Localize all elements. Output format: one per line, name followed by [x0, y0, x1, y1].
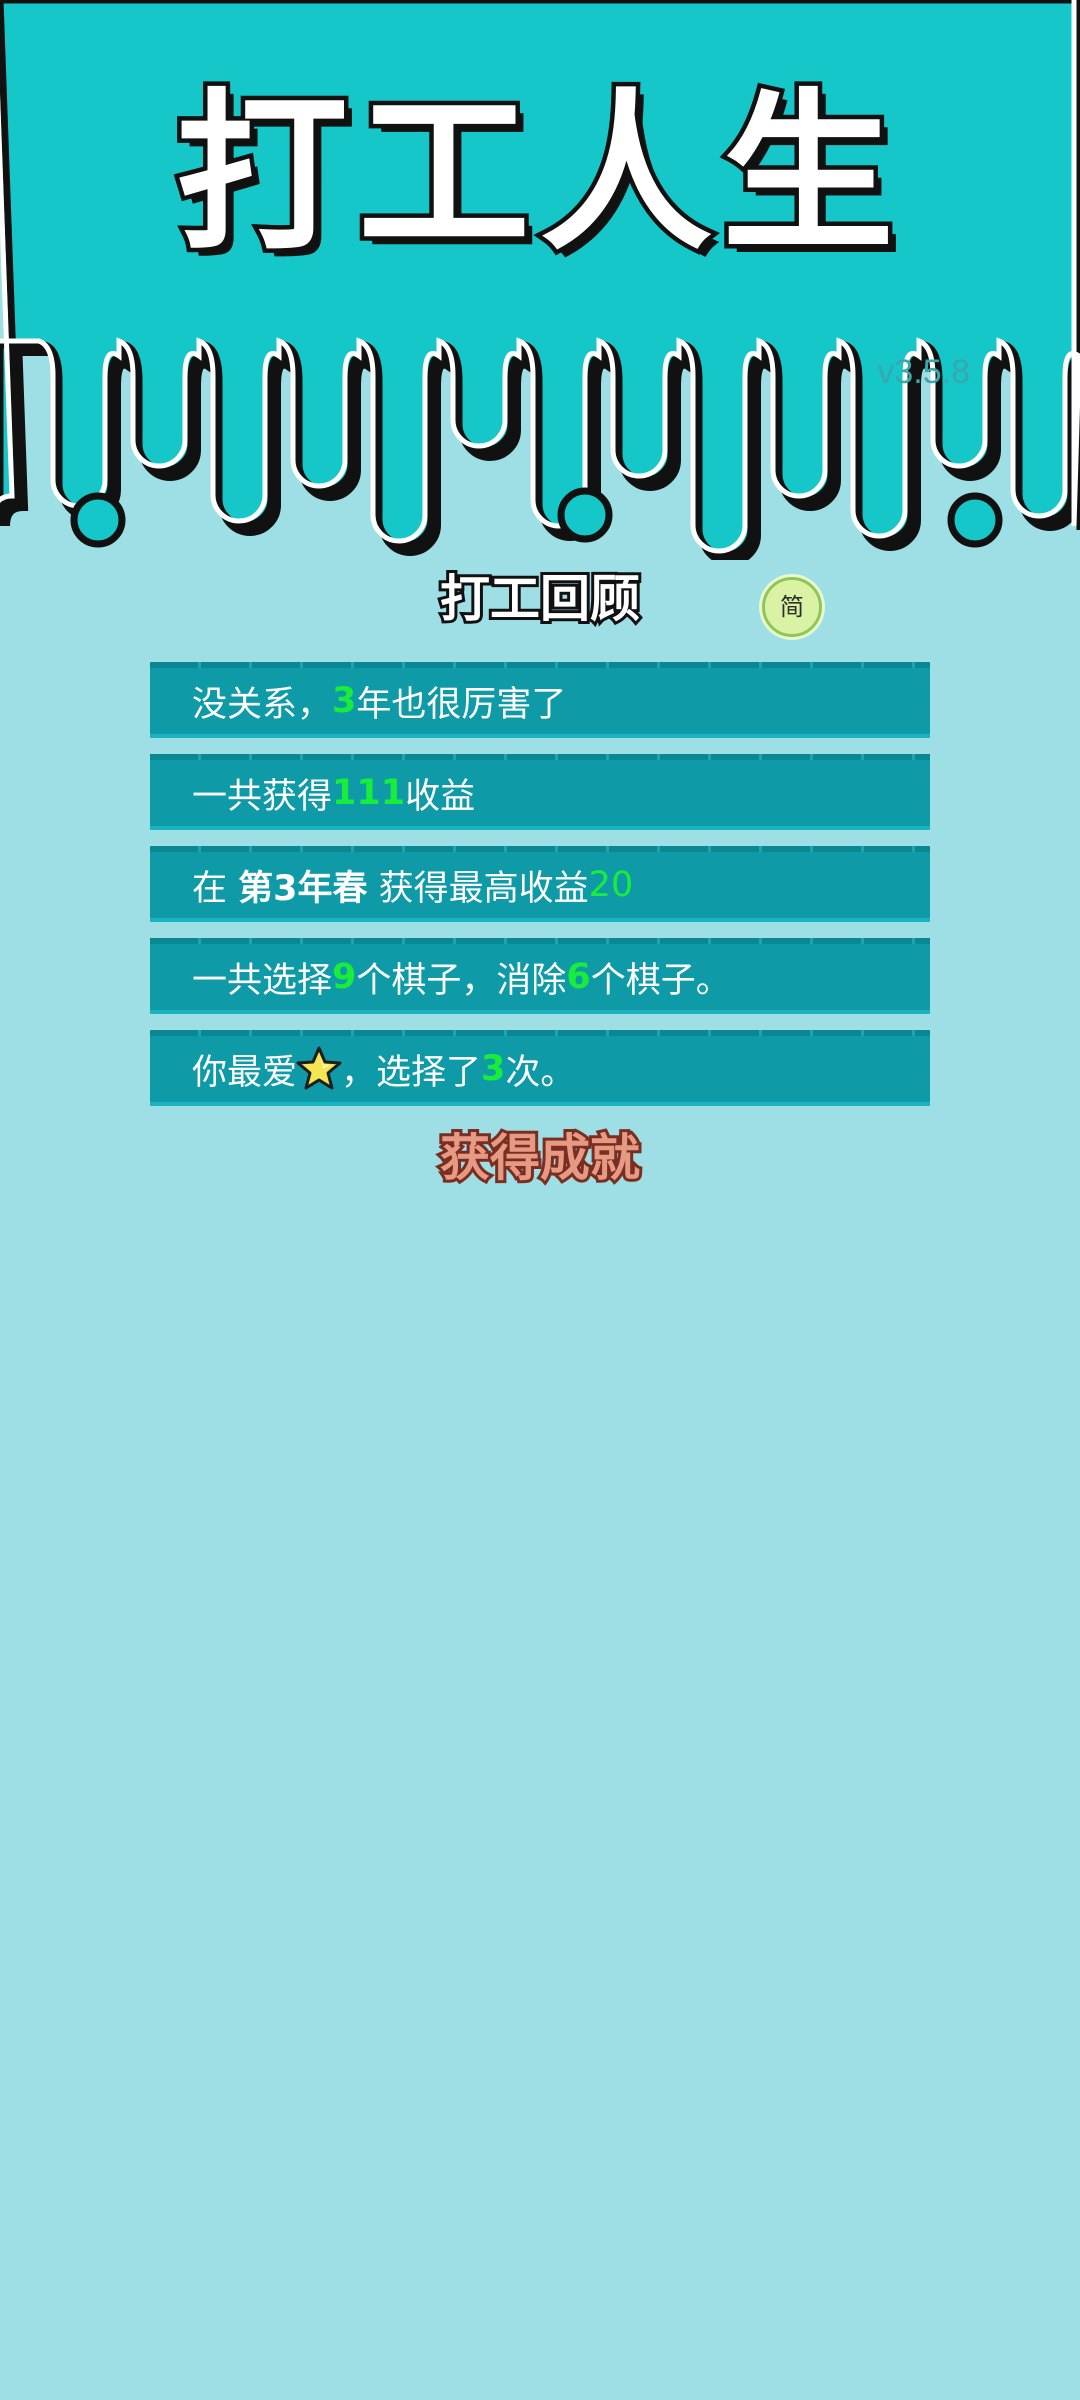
stat-text: 个棋子。 — [590, 960, 731, 1001]
language-toggle-button[interactable]: 简 — [762, 577, 822, 637]
stat-text: ，选择了 — [341, 1052, 482, 1093]
stat-row-total-income: 一共获得 111 收益 — [150, 754, 930, 830]
stat-text: 收益 — [405, 776, 476, 817]
stat-text: 一共获得 — [192, 776, 333, 817]
stat-text: 在 — [192, 868, 228, 909]
drip-drop — [947, 492, 1003, 548]
stat-text: 年也很厉害了 — [356, 684, 567, 725]
max-income-value: 20 — [588, 865, 634, 905]
stat-text: 次。 — [505, 1052, 576, 1093]
version-label: v3.5.8 — [877, 353, 970, 391]
drip-drop — [70, 492, 126, 548]
stat-text: 获得最高收益 — [378, 868, 589, 909]
removed-pieces-value: 6 — [566, 957, 591, 997]
favorite-times-value: 3 — [481, 1049, 506, 1089]
stat-text: 没关系， — [192, 684, 333, 725]
stat-text: 一共选择 — [192, 960, 333, 1001]
stat-row-best-season: 在 第3年春 获得最高收益 20 — [150, 846, 930, 922]
achievements-title: 获得成就 — [437, 1129, 643, 1187]
years-value: 3 — [332, 681, 357, 721]
drip-drop — [557, 487, 613, 543]
stat-row-years: 没关系， 3 年也很厉害了 — [150, 662, 930, 738]
stat-row-favorite: 你最爱 ，选择了 3 次。 — [150, 1030, 930, 1106]
stat-row-pieces: 一共选择 9 个棋子，消除 6 个棋子。 — [150, 938, 930, 1014]
stat-text: 你最爱 — [192, 1052, 298, 1093]
star-icon — [296, 1046, 342, 1090]
review-stats-list: 没关系， 3 年也很厉害了 一共获得 111 收益 在 第3年春 获得最高收益 20 一共… — [150, 662, 930, 1122]
game-title: 打工人生 — [172, 73, 904, 274]
chosen-pieces-value: 9 — [332, 957, 357, 997]
stat-text: 个棋子，消除 — [356, 960, 567, 1001]
review-title: 打工回顾 — [437, 570, 643, 628]
total-income-value: 111 — [332, 773, 406, 813]
best-season-value: 第3年春 — [238, 868, 368, 909]
